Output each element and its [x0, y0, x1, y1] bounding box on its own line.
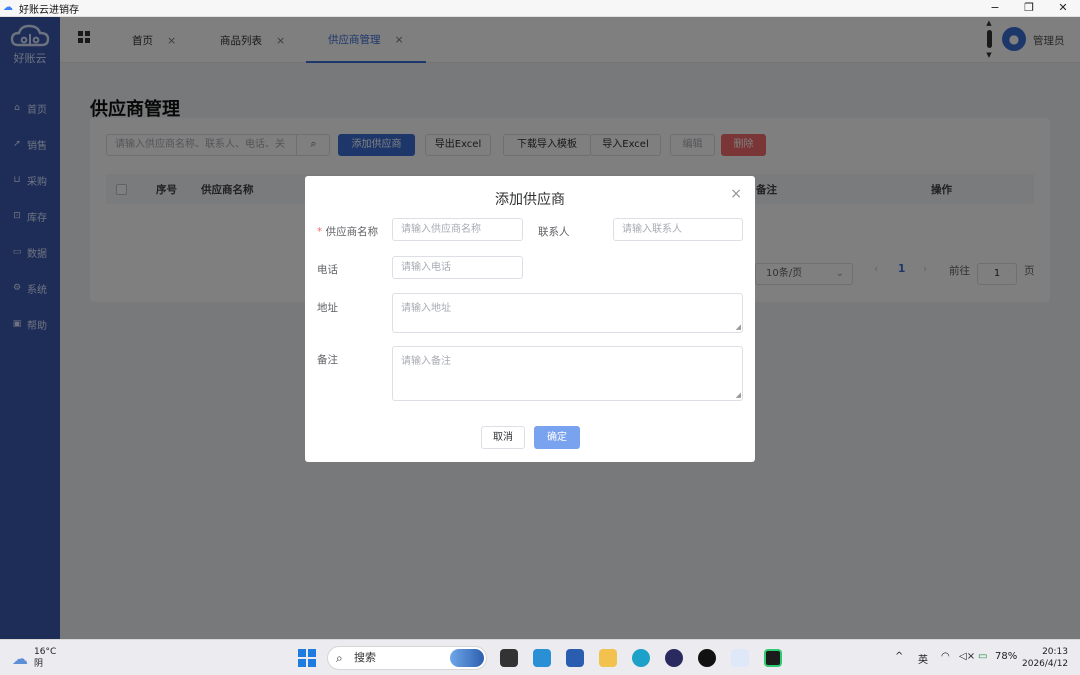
window-titlebar: ☁ 好账云进销存 − ❐ ✕ — [0, 0, 1080, 17]
tray-overflow-icon[interactable]: ^ — [895, 651, 903, 662]
taskbar: ☁ 16°C 阴 ⌕ 搜索 ^ 英 ◠ ◁× ▭ 78% 20:13 2026/… — [0, 639, 1080, 675]
contact-input[interactable]: 请输入联系人 — [613, 218, 743, 241]
clock-time: 20:13 — [1042, 647, 1068, 657]
wifi-icon[interactable]: ◠ — [941, 651, 950, 662]
resize-handle-icon[interactable]: ◢ — [736, 324, 741, 331]
remark-textarea[interactable]: 请输入备注 ◢ — [392, 346, 743, 401]
contact-label: 联系人 — [538, 226, 570, 238]
qq-icon[interactable] — [698, 649, 716, 667]
battery-icon[interactable]: ▭ — [978, 651, 987, 662]
windows-start-icon[interactable] — [298, 649, 316, 667]
weather-temp: 16°C — [34, 647, 57, 657]
dialog-title: 添加供应商 — [495, 192, 565, 208]
search-icon: ⌕ — [336, 651, 343, 665]
maximize-button[interactable]: ❐ — [1012, 0, 1046, 17]
search-label: 搜索 — [354, 651, 376, 664]
file-explorer-icon[interactable] — [599, 649, 617, 667]
address-textarea[interactable]: 请输入地址 ◢ — [392, 293, 743, 333]
cancel-button[interactable]: 取消 — [481, 426, 525, 449]
battery-percent: 78% — [995, 651, 1018, 662]
search-highlight-icon — [450, 649, 484, 667]
remark-label: 备注 — [317, 354, 338, 366]
clock[interactable]: 20:13 2026/4/12 — [1022, 646, 1068, 670]
confirm-button[interactable]: 确定 — [534, 426, 580, 449]
resize-handle-icon[interactable]: ◢ — [736, 392, 741, 399]
minimize-button[interactable]: − — [978, 0, 1012, 17]
address-placeholder: 请输入地址 — [401, 303, 451, 314]
task-view-icon[interactable] — [500, 649, 518, 667]
ime-indicator[interactable]: 英 — [918, 651, 928, 666]
terminal-icon[interactable] — [764, 649, 782, 667]
add-supplier-dialog: 添加供应商 × * 供应商名称 请输入供应商名称 联系人 请输入联系人 电话 请… — [305, 176, 755, 462]
address-label: 地址 — [317, 302, 338, 314]
store-icon[interactable] — [566, 649, 584, 667]
edge-dev-icon[interactable] — [533, 649, 551, 667]
browser-icon[interactable] — [665, 649, 683, 667]
edge-icon[interactable] — [632, 649, 650, 667]
window-title: 好账云进销存 — [19, 4, 79, 16]
volume-muted-icon[interactable]: ◁× — [959, 651, 975, 662]
required-marker: * — [317, 226, 323, 238]
haozhangyun-app-icon[interactable] — [731, 649, 749, 667]
taskbar-search[interactable]: ⌕ 搜索 — [327, 646, 487, 670]
phone-label: 电话 — [317, 264, 338, 276]
remark-placeholder: 请输入备注 — [401, 356, 451, 367]
label-text: 供应商名称 — [325, 226, 379, 238]
cloud-weather-icon: ☁ — [12, 648, 28, 668]
supplier-name-input[interactable]: 请输入供应商名称 — [392, 218, 523, 241]
supplier-name-label: * 供应商名称 — [317, 224, 378, 239]
phone-input[interactable]: 请输入电话 — [392, 256, 523, 279]
close-icon[interactable]: × — [730, 186, 742, 202]
close-window-button[interactable]: ✕ — [1046, 0, 1080, 17]
weather-widget[interactable]: ☁ 16°C 阴 — [12, 646, 56, 670]
weather-desc: 阴 — [34, 659, 44, 669]
cloud-icon: ☁ — [3, 2, 13, 13]
clock-date: 2026/4/12 — [1022, 659, 1069, 669]
